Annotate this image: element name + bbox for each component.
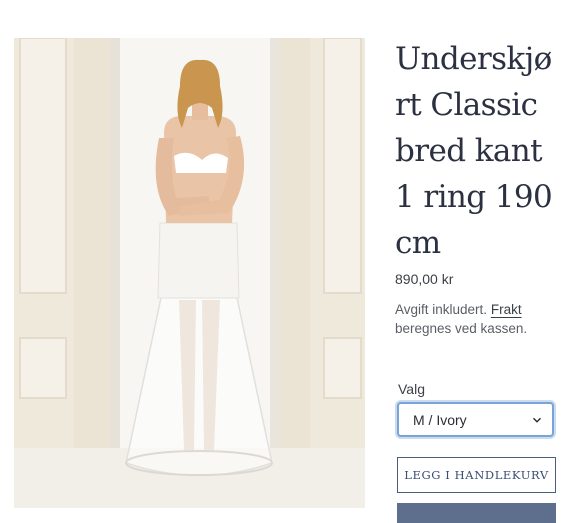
product-price: 890,00 kr [395, 271, 454, 287]
shipping-link[interactable]: Frakt [491, 302, 522, 317]
tax-shipping-note: Avgift inkludert. Frakt beregnes ved kas… [395, 300, 565, 338]
buy-now-button[interactable] [397, 503, 556, 523]
product-image[interactable] [14, 38, 365, 508]
product-photo-illustration [14, 38, 365, 508]
variant-selected-value: M / Ivory [413, 411, 467, 428]
product-title: Underskjørt Classic bred kant 1 ring 190… [395, 41, 553, 261]
shipping-note: beregnes ved kassen. [395, 321, 528, 336]
tax-note: Avgift inkludert. [395, 302, 488, 317]
chevron-down-icon [532, 417, 542, 423]
add-to-cart-button[interactable]: LEGG I HANDLEKURV [397, 457, 556, 493]
variant-select[interactable]: M / Ivory [397, 402, 554, 437]
variant-label: Valg [398, 381, 425, 397]
